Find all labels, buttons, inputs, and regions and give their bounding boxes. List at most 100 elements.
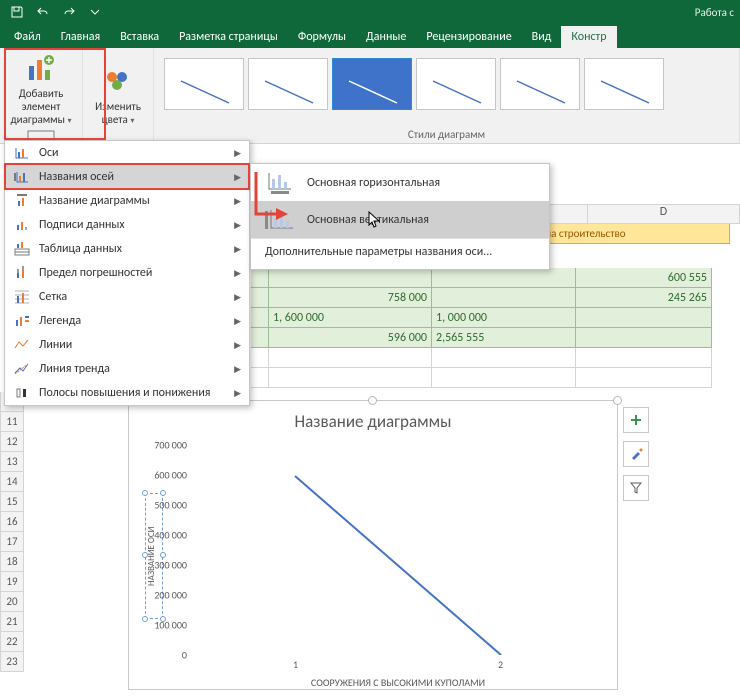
cell[interactable]: [576, 328, 712, 348]
chart-style-2[interactable]: [248, 58, 328, 110]
menu-trendline[interactable]: Линия тренда▶: [5, 357, 249, 381]
menu-data-labels[interactable]: Подписи данных▶: [5, 213, 249, 237]
tab-formulas[interactable]: Формулы: [288, 26, 356, 48]
cell[interactable]: [432, 348, 576, 368]
chart-style-6[interactable]: [584, 58, 664, 110]
add-chart-element-button[interactable]: Добавить элемент диаграммы ▾: [6, 52, 76, 128]
chart-style-4[interactable]: [416, 58, 496, 110]
chevron-right-icon: ▶: [234, 268, 241, 279]
tab-home[interactable]: Главная: [51, 26, 110, 48]
ytick: 100 000: [137, 618, 187, 631]
chart-title[interactable]: Название диаграммы: [129, 411, 617, 432]
menu-chart-title[interactable]: Название диаграммы▶: [5, 189, 249, 213]
menu-legend[interactable]: Легенда▶: [5, 309, 249, 333]
row-header[interactable]: 11: [0, 412, 24, 432]
menu-updown-bars[interactable]: Полосы повышения и понижения▶: [5, 381, 249, 405]
undo-icon[interactable]: [32, 2, 54, 22]
cell[interactable]: 600 555: [576, 268, 712, 288]
cells-area-2: 600 555 758 000 245 265 1, 600 000 1, 00…: [251, 268, 712, 388]
chart-style-1[interactable]: [164, 58, 244, 110]
cell[interactable]: 2,565 555: [432, 328, 576, 348]
cell[interactable]: [251, 288, 269, 308]
cell[interactable]: [432, 368, 576, 388]
cell[interactable]: [251, 348, 269, 368]
redo-icon[interactable]: [58, 2, 80, 22]
chart-filter-button[interactable]: [623, 475, 649, 501]
save-icon[interactable]: [6, 2, 28, 22]
row-header[interactable]: 17: [0, 532, 24, 552]
selection-handle[interactable]: [368, 396, 377, 405]
row-header[interactable]: 12: [0, 432, 24, 452]
tab-view[interactable]: Вид: [522, 26, 562, 48]
chevron-right-icon: ▶: [234, 388, 241, 399]
chart-style-3[interactable]: [332, 58, 412, 110]
cell[interactable]: [576, 348, 712, 368]
cell[interactable]: [251, 328, 269, 348]
cell[interactable]: 596 000: [269, 328, 432, 348]
cell[interactable]: [432, 288, 576, 308]
chevron-down-icon: ▾: [130, 116, 134, 126]
cell[interactable]: [251, 268, 269, 288]
menu-data-table[interactable]: Таблица данных▶: [5, 237, 249, 261]
qat-customize-icon[interactable]: [84, 2, 106, 22]
cell[interactable]: 245 265: [576, 288, 712, 308]
tab-file[interactable]: Файл: [4, 26, 51, 48]
chart-title-icon: [13, 193, 31, 209]
cell[interactable]: 1, 600 000: [269, 308, 432, 328]
menu-axis-titles[interactable]: Названия осей▶: [5, 165, 249, 189]
cell[interactable]: [432, 268, 576, 288]
row-header[interactable]: 23: [0, 652, 24, 672]
menu-axes[interactable]: Оси▶: [5, 141, 249, 165]
cell[interactable]: 758 000: [269, 288, 432, 308]
selection-handle[interactable]: [613, 396, 622, 405]
row-header[interactable]: 13: [0, 452, 24, 472]
row-header[interactable]: 15: [0, 492, 24, 512]
cell[interactable]: [251, 368, 269, 388]
axes-icon: [13, 145, 31, 161]
chart-object[interactable]: Название диаграммы НАЗВАНИЕ ОСИ 0 100 00…: [128, 400, 618, 690]
cell[interactable]: 1, 000 000: [432, 308, 576, 328]
menu-lines[interactable]: Линии▶: [5, 333, 249, 357]
row-header[interactable]: 20: [0, 592, 24, 612]
submenu-horizontal-axis[interactable]: Основная горизонтальная: [251, 164, 549, 201]
tab-data[interactable]: Данные: [356, 26, 416, 48]
row-header[interactable]: 18: [0, 552, 24, 572]
cell[interactable]: [251, 308, 269, 328]
row-header[interactable]: 19: [0, 572, 24, 592]
menu-error-bars[interactable]: Предел погрешностей▶: [5, 261, 249, 285]
tab-design[interactable]: Констр: [561, 26, 616, 48]
cell[interactable]: [576, 368, 712, 388]
plot-area[interactable]: НАЗВАНИЕ ОСИ 0 100 000 200 000 300 000 4…: [193, 445, 603, 655]
menu-label: Линии: [39, 338, 72, 352]
cell[interactable]: [576, 308, 712, 328]
row-header[interactable]: 14: [0, 472, 24, 492]
chevron-down-icon: ▾: [67, 116, 71, 126]
submenu-more-options[interactable]: Дополнительные параметры названия оси...: [251, 239, 549, 269]
cell[interactable]: [269, 348, 432, 368]
updown-bars-icon: [13, 385, 31, 401]
cell[interactable]: [269, 368, 432, 388]
ribbon-body: Добавить элемент диаграммы ▾ Экспресс- м…: [0, 48, 740, 144]
rib-group-layouts: Добавить элемент диаграммы ▾ Экспресс- м…: [0, 48, 83, 143]
change-colors-button[interactable]: Изменить цвета ▾: [89, 52, 147, 141]
tab-page-layout[interactable]: Разметка страницы: [169, 26, 288, 48]
submenu-vertical-axis[interactable]: Основная вертикальная: [251, 201, 549, 238]
chevron-right-icon: ▶: [234, 220, 241, 231]
col-header-d[interactable]: D: [588, 204, 740, 224]
tab-insert[interactable]: Вставка: [110, 26, 169, 48]
row-header[interactable]: 22: [0, 632, 24, 652]
tab-review[interactable]: Рецензирование: [416, 26, 521, 48]
menu-label: Сетка: [39, 290, 67, 304]
menu-label: Название диаграммы: [39, 194, 150, 208]
legend-icon: [13, 313, 31, 329]
row-header[interactable]: 16: [0, 512, 24, 532]
chart-plot: [193, 445, 603, 655]
cursor-icon: [367, 211, 381, 229]
menu-gridlines[interactable]: Сетка▶: [5, 285, 249, 309]
title-bar: Работа с: [0, 0, 740, 24]
row-header[interactable]: 21: [0, 612, 24, 632]
chart-styles-button[interactable]: [623, 441, 649, 467]
cell[interactable]: [269, 268, 432, 288]
chart-style-5[interactable]: [500, 58, 580, 110]
chart-elements-button[interactable]: [623, 407, 649, 433]
